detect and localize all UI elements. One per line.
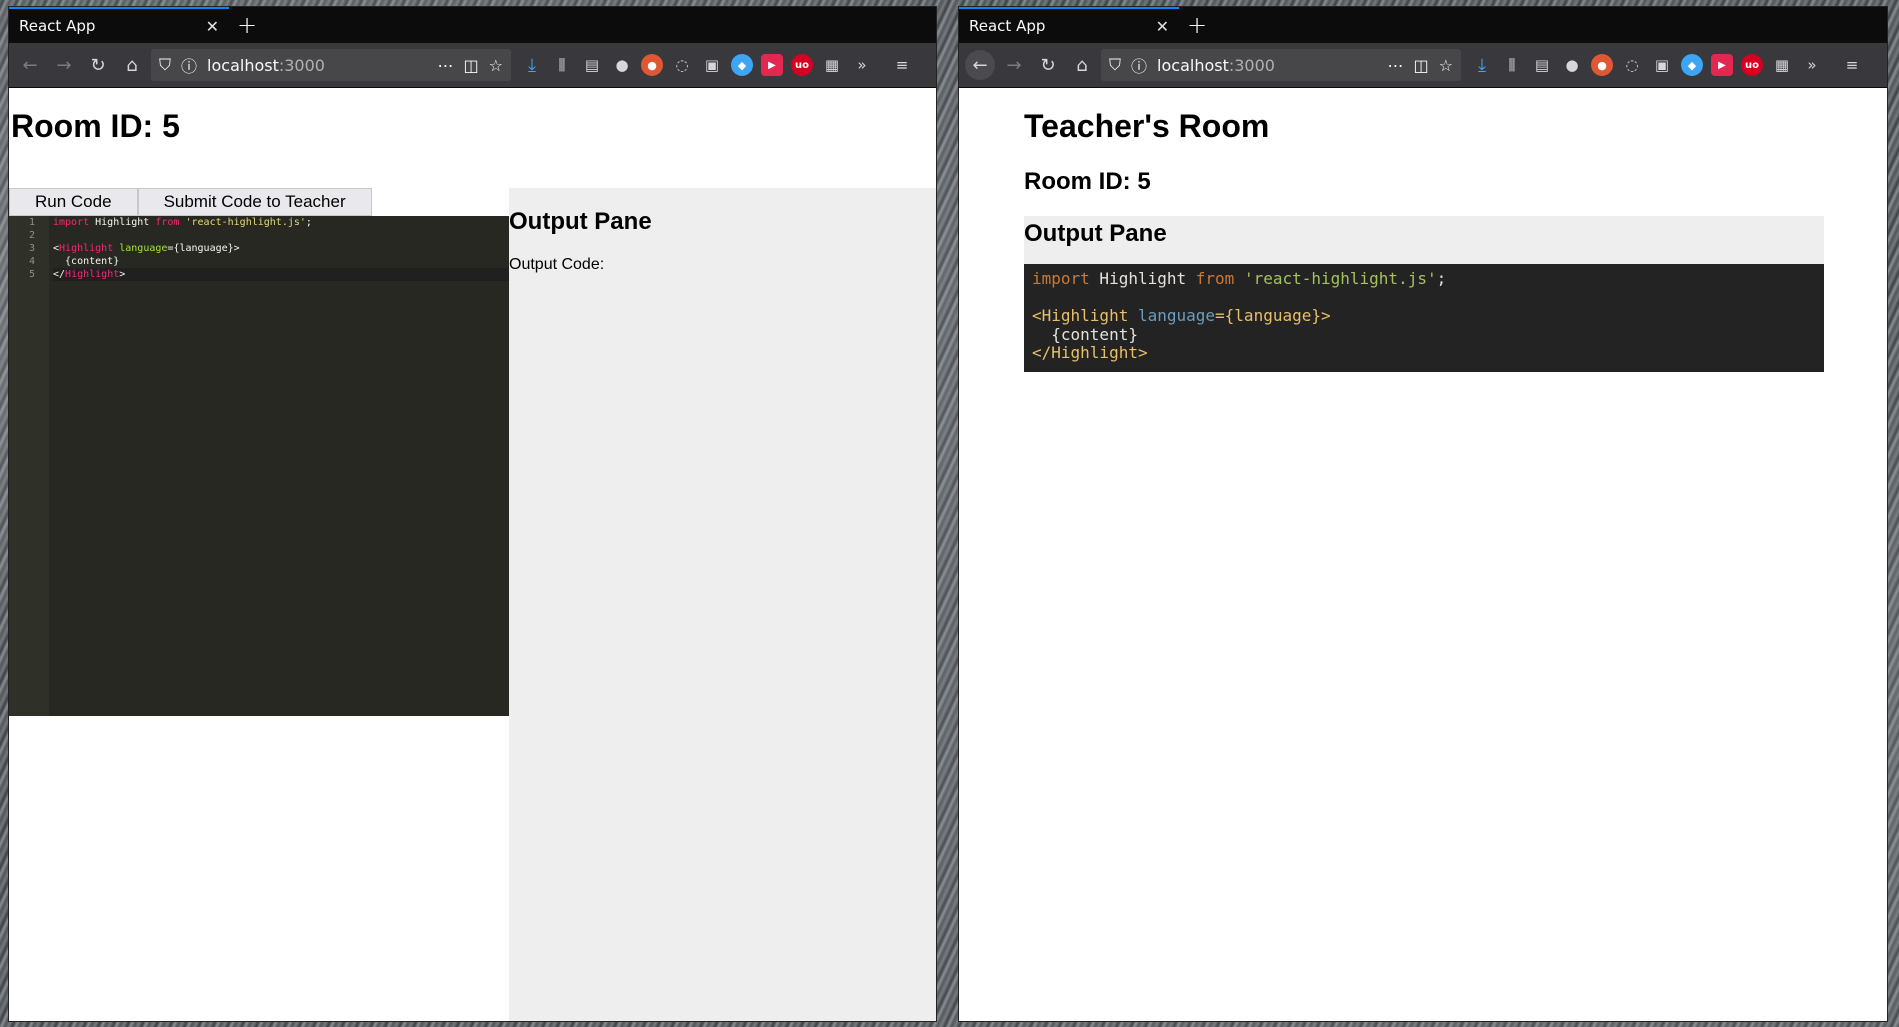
home-icon[interactable]: ⌂	[1067, 50, 1097, 80]
tracking-shield-icon[interactable]: ⛉	[1109, 55, 1121, 75]
hamburger-menu-icon[interactable]: ≡	[891, 54, 913, 76]
tab-title: React App	[969, 17, 1046, 35]
line-number: 1	[28, 217, 35, 228]
bitwarden-icon[interactable]: ◆	[1681, 54, 1703, 76]
submit-code-button[interactable]: Submit Code to Teacher	[137, 188, 372, 216]
account-icon[interactable]: ●	[1561, 54, 1583, 76]
extension-icons: ⤓ ⫼ ▤ ● ● ◌ ▣ ◆ ▶ uo ▦ » ≡	[521, 54, 913, 76]
pocket-icon[interactable]: ◫	[1414, 56, 1429, 75]
video-extension-icon[interactable]: ▶	[1711, 54, 1733, 76]
container-icon[interactable]: ▣	[1651, 54, 1673, 76]
code-line: import Highlight from 'react-highlight.j…	[1032, 269, 1447, 288]
duckduckgo-icon[interactable]: ●	[641, 54, 663, 76]
account-icon[interactable]: ●	[611, 54, 633, 76]
bookmark-star-icon[interactable]: ☆	[1439, 56, 1453, 75]
line-number: 2	[28, 230, 35, 241]
output-code-label: Output Code:	[509, 256, 605, 273]
code-line: {content}	[1032, 324, 1138, 344]
extension-grid-icon[interactable]: ▦	[1771, 54, 1793, 76]
download-icon[interactable]: ⤓	[1471, 54, 1493, 76]
teacher-page: Teacher's Room Room ID: 5 Output Pane im…	[959, 88, 1887, 1021]
bitwarden-icon[interactable]: ◆	[731, 54, 753, 76]
reload-icon[interactable]: ↻	[83, 50, 113, 80]
bookmark-star-icon[interactable]: ☆	[489, 56, 503, 75]
url-bar[interactable]: ⛉ ⓘ localhost:3000 ⋯ ◫ ☆	[1101, 49, 1461, 81]
url-port: :3000	[1228, 55, 1275, 75]
container-icon[interactable]: ▣	[701, 54, 723, 76]
close-tab-icon[interactable]: ✕	[206, 17, 219, 36]
site-info-icon[interactable]: ⓘ	[1131, 53, 1147, 77]
back-icon[interactable]: ←	[965, 50, 995, 80]
overflow-icon[interactable]: »	[1801, 54, 1823, 76]
code-editor[interactable]: 1 2 3 4 5 import Highlight from 'react-h…	[9, 216, 509, 716]
run-code-button[interactable]: Run Code	[9, 188, 138, 216]
url-host: localhost	[1157, 55, 1229, 75]
highlighted-code-block: import Highlight from 'react-highlight.j…	[1024, 264, 1824, 372]
tab-react-app[interactable]: React App ✕	[959, 7, 1179, 43]
url-port: :3000	[278, 55, 325, 75]
output-pane: Output Pane	[1024, 216, 1824, 264]
code-line: </Highlight>	[1032, 343, 1148, 362]
tab-bar: React App ✕ +	[959, 7, 1887, 43]
pocket-icon[interactable]: ◫	[464, 56, 479, 75]
sidebar-icon[interactable]: ▤	[1531, 54, 1553, 76]
url-bar[interactable]: ⛉ ⓘ localhost:3000 ⋯ ◫ ☆	[151, 49, 511, 81]
back-icon[interactable]: ←	[15, 50, 45, 80]
tracking-shield-icon[interactable]: ⛉	[159, 55, 171, 75]
line-number-gutter: 1 2 3 4 5	[9, 216, 49, 716]
hamburger-menu-icon[interactable]: ≡	[1841, 54, 1863, 76]
extension-grid-icon[interactable]: ▦	[821, 54, 843, 76]
overflow-icon[interactable]: »	[851, 54, 873, 76]
teacher-browser-window: React App ✕ + ← → ↻ ⌂ ⛉ ⓘ localhost:3000…	[958, 6, 1888, 1022]
ublock-icon[interactable]: uo	[791, 54, 813, 76]
url-host: localhost	[207, 55, 279, 75]
nav-toolbar: ← → ↻ ⌂ ⛉ ⓘ localhost:3000 ⋯ ◫ ☆ ⤓ ⫼ ▤ ●…	[9, 43, 936, 88]
tab-react-app[interactable]: React App ✕	[9, 7, 229, 43]
output-pane: Output Pane Output Code:	[509, 188, 936, 1021]
code-line: {content}	[53, 256, 120, 267]
line-number: 4	[28, 256, 35, 267]
line-number: 5	[28, 269, 35, 280]
page-title: Room ID: 5	[11, 108, 180, 144]
code-text[interactable]: import Highlight from 'react-highlight.j…	[53, 216, 509, 281]
line-number: 3	[28, 243, 35, 254]
chat-icon[interactable]: ◌	[671, 54, 693, 76]
reload-icon[interactable]: ↻	[1033, 50, 1063, 80]
library-icon[interactable]: ⫼	[1501, 54, 1523, 76]
new-tab-button[interactable]: +	[1179, 7, 1215, 43]
sidebar-icon[interactable]: ▤	[581, 54, 603, 76]
room-id-heading: Room ID: 5	[1024, 168, 1151, 195]
new-tab-button[interactable]: +	[229, 7, 265, 43]
code-line: <Highlight language={language}>	[1032, 306, 1331, 325]
video-extension-icon[interactable]: ▶	[761, 54, 783, 76]
student-page: Room ID: 5 Run Code Submit Code to Teach…	[9, 88, 936, 1021]
code-line-active: </Highlight>	[53, 268, 509, 281]
page-actions-icon[interactable]: ⋯	[438, 56, 454, 75]
duckduckgo-icon[interactable]: ●	[1591, 54, 1613, 76]
home-icon[interactable]: ⌂	[117, 50, 147, 80]
page-actions-icon[interactable]: ⋯	[1388, 56, 1404, 75]
extension-icons: ⤓ ⫼ ▤ ● ● ◌ ▣ ◆ ▶ uo ▦ » ≡	[1471, 54, 1863, 76]
student-browser-window: React App ✕ + ← → ↻ ⌂ ⛉ ⓘ localhost:3000…	[8, 6, 937, 1022]
code-line: <Highlight language={language}>	[53, 243, 240, 254]
page-title: Teacher's Room	[1024, 108, 1270, 144]
editor-toolbar: Run Code Submit Code to Teacher	[9, 188, 372, 216]
close-tab-icon[interactable]: ✕	[1156, 17, 1169, 36]
ublock-icon[interactable]: uo	[1741, 54, 1763, 76]
forward-icon[interactable]: →	[49, 50, 79, 80]
code-line: import Highlight from 'react-highlight.j…	[53, 217, 312, 228]
download-icon[interactable]: ⤓	[521, 54, 543, 76]
output-pane-title: Output Pane	[1024, 220, 1167, 247]
tab-title: React App	[19, 17, 96, 35]
output-pane-title: Output Pane	[509, 208, 652, 235]
site-info-icon[interactable]: ⓘ	[181, 53, 197, 77]
nav-toolbar: ← → ↻ ⌂ ⛉ ⓘ localhost:3000 ⋯ ◫ ☆ ⤓ ⫼ ▤ ●…	[959, 43, 1887, 88]
chat-icon[interactable]: ◌	[1621, 54, 1643, 76]
tab-bar: React App ✕ +	[9, 7, 936, 43]
library-icon[interactable]: ⫼	[551, 54, 573, 76]
forward-icon[interactable]: →	[999, 50, 1029, 80]
